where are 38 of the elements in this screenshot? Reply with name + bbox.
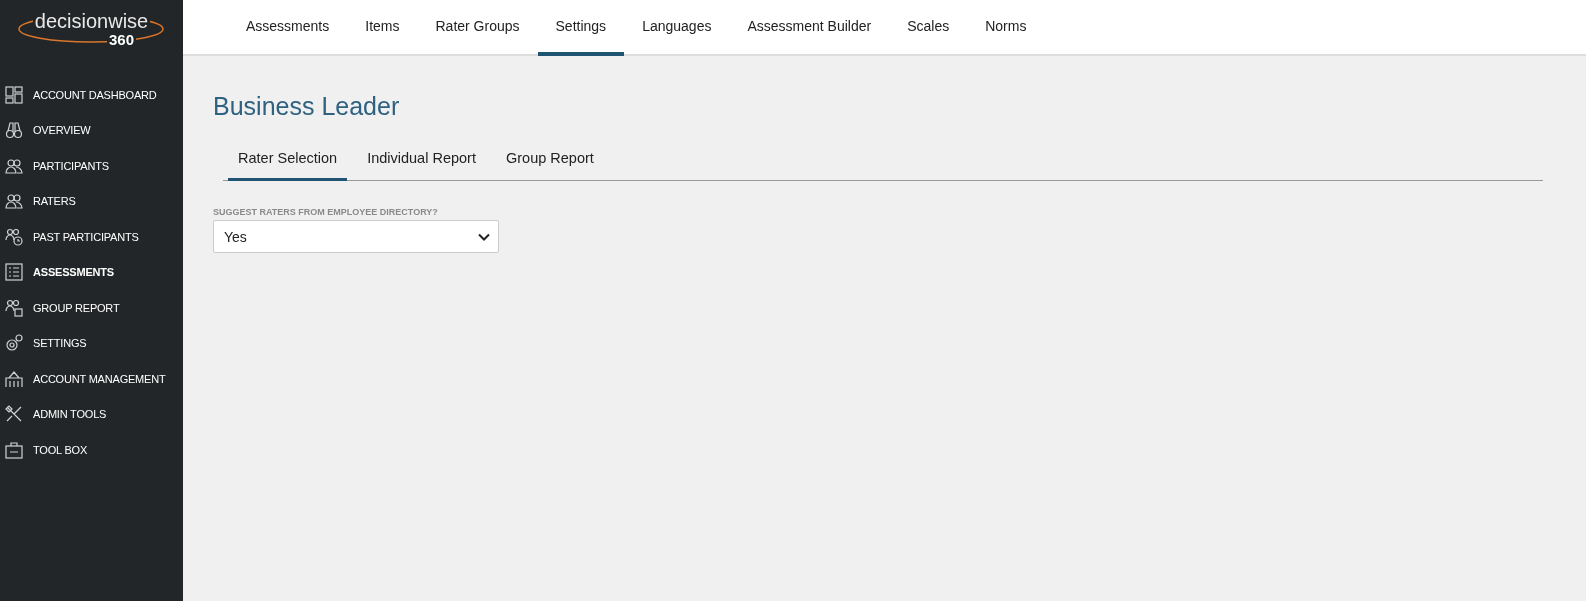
people-icon (5, 192, 23, 211)
sidebar-item[interactable]: ADMIN TOOLS (0, 396, 183, 432)
tab[interactable]: Assessments (228, 0, 348, 56)
sidebar-item[interactable]: RATERS (0, 183, 183, 219)
sidebar-item[interactable]: PAST PARTICIPANTS (0, 219, 183, 255)
sidebar-item[interactable]: GROUP REPORT (0, 290, 183, 326)
page-title: Business Leader (213, 92, 400, 121)
tab[interactable]: Items (347, 0, 418, 56)
tab[interactable]: Assessment Builder (729, 0, 890, 56)
sidebar-item[interactable]: ASSESSMENTS (0, 254, 183, 290)
list-icon (5, 263, 23, 282)
sidebar-item[interactable]: OVERVIEW (0, 112, 183, 148)
sidebar-item[interactable]: ACCOUNT MANAGEMENT (0, 361, 183, 397)
logo[interactable]: decisionwise 360 (0, 0, 183, 55)
building-icon (5, 369, 23, 388)
tab[interactable]: Rater Selection (228, 141, 348, 181)
field-label: SUGGEST RATERS FROM EMPLOYEE DIRECTORY? (213, 207, 438, 217)
caret-icon (478, 232, 490, 241)
tab[interactable]: Rater Groups (417, 0, 538, 56)
dropdown-field[interactable]: Yes (213, 220, 499, 253)
sidebar-item[interactable]: TOOL BOX (0, 432, 183, 468)
tools-icon (5, 405, 23, 424)
sidebar-item[interactable]: ACCOUNT DASHBOARD (0, 77, 183, 113)
binoculars-icon (5, 121, 23, 140)
sidebar-item[interactable]: PARTICIPANTS (0, 148, 183, 184)
settings-icon (5, 334, 23, 353)
sidebar-item[interactable]: SETTINGS (0, 325, 183, 361)
toolbox-icon (5, 440, 23, 459)
tab[interactable]: Languages (624, 0, 730, 56)
tab[interactable]: Group Report (495, 141, 604, 181)
tab[interactable]: Settings (537, 0, 625, 56)
tab[interactable]: Individual Report (357, 141, 486, 181)
tab[interactable]: Norms (967, 0, 1045, 56)
people-document-icon (5, 298, 23, 317)
dashboard-icon (5, 85, 23, 104)
people-clock-icon (5, 227, 23, 246)
people-icon (5, 156, 23, 175)
tab[interactable]: Scales (889, 0, 968, 56)
